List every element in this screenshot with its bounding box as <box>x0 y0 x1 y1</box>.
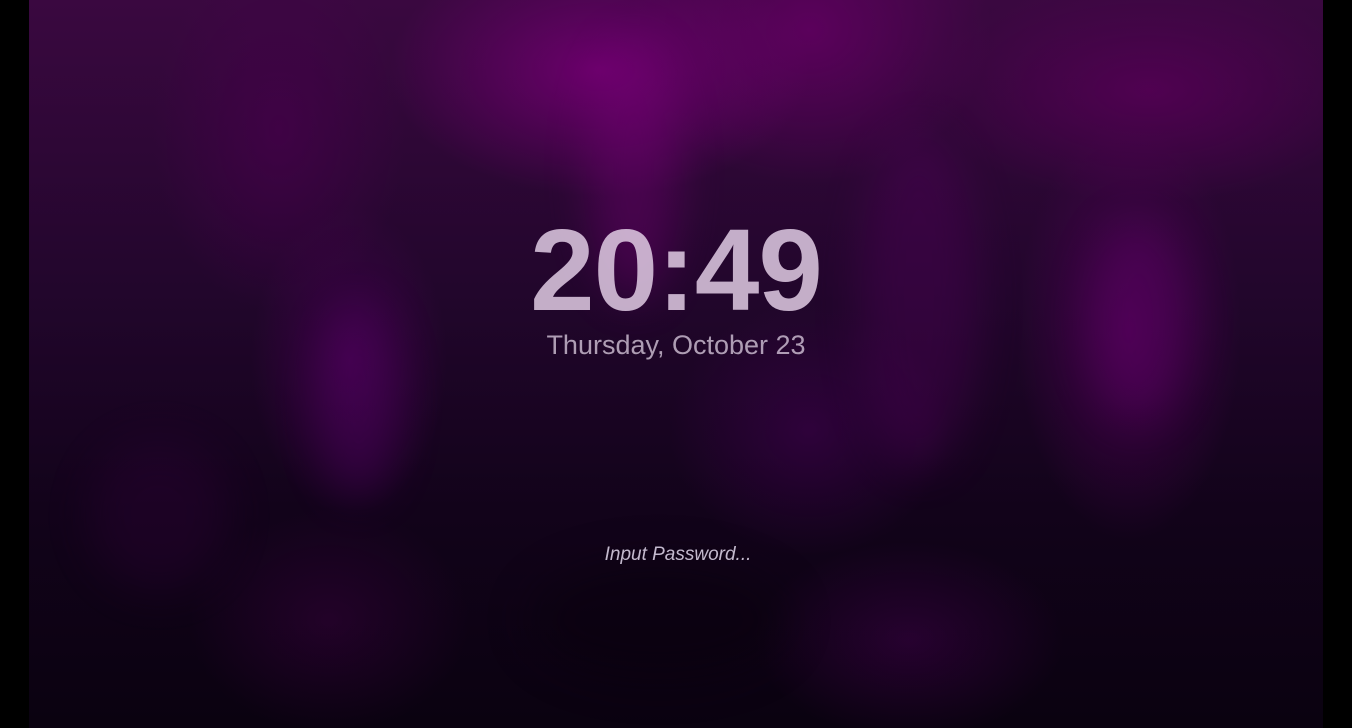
clock-date: Thursday, October 23 <box>546 330 806 360</box>
password-input[interactable] <box>526 534 830 576</box>
wallpaper-streak <box>89 440 229 590</box>
wallpaper <box>29 0 1323 728</box>
clock-time: 20:49 <box>530 205 823 335</box>
wallpaper-streak <box>529 560 789 680</box>
lock-screen: 20:49 Thursday, October 23 <box>0 0 1352 728</box>
